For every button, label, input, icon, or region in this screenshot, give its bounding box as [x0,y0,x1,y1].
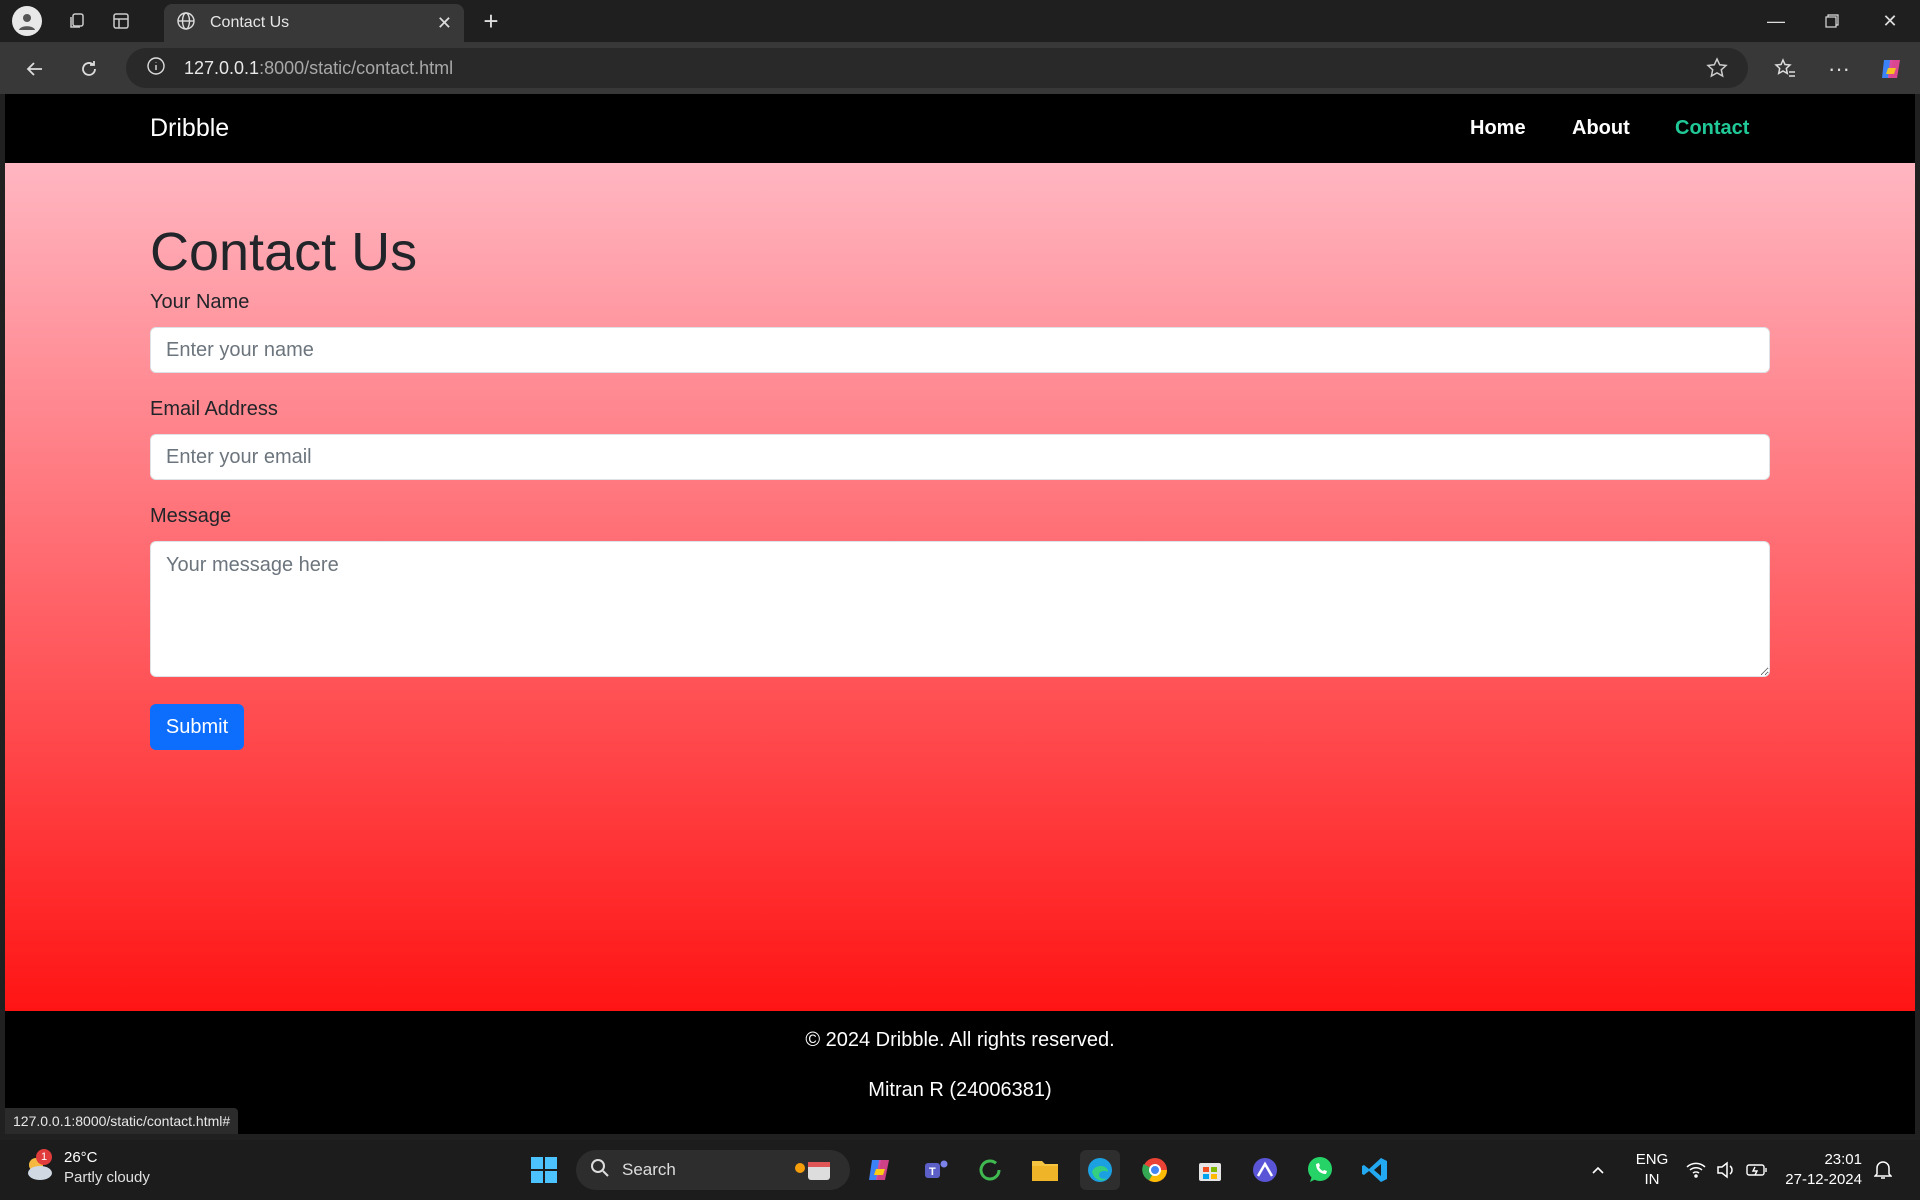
site-footer: © 2024 Dribble. All rights reserved. Mit… [5,1011,1915,1134]
new-tab-button[interactable]: + [476,6,506,36]
app-icon[interactable] [1245,1150,1285,1190]
page-title: Contact Us [150,222,418,282]
weather-desc: Partly cloudy [64,1169,150,1186]
back-icon[interactable] [18,52,52,86]
globe-icon [176,11,196,36]
minimize-icon[interactable]: — [1748,0,1804,42]
language-indicator[interactable]: ENG IN [1632,1150,1672,1190]
store-icon[interactable] [1190,1150,1230,1190]
copilot-taskbar-icon[interactable] [860,1150,900,1190]
contact-section: Contact Us Your Name Email Address Messa… [5,163,1915,1011]
footer-author: Mitran R (24006381) [868,1079,1052,1101]
system-clock[interactable]: 23:01 27-12-2024 [1782,1150,1862,1190]
favorites-icon[interactable] [1768,52,1802,86]
message-label: Message [150,505,232,527]
site-brand[interactable]: Dribble [150,114,229,143]
copilot-icon[interactable] [1874,52,1908,86]
calendar-highlight-icon [792,1158,836,1187]
restore-icon[interactable] [1804,0,1860,42]
submit-button[interactable]: Submit [150,704,244,750]
nav-link-home[interactable]: Home [1470,117,1526,140]
browser-tab-bar: Contact Us ✕ + — ✕ [0,0,1920,42]
nav-link-about[interactable]: About [1572,117,1630,140]
vscode-icon[interactable] [1355,1150,1395,1190]
weather-temp: 26°C [64,1149,98,1166]
volume-icon[interactable] [1716,1140,1736,1200]
url-path: :8000/static/contact.html [259,57,454,78]
language-region: IN [1644,1171,1660,1188]
page-viewport: Dribble Home About Contact Contact Us Yo… [5,94,1915,1134]
link-status-bar: 127.0.0.1:8000/static/contact.html# [5,1108,239,1134]
address-bar[interactable]: 127.0.0.1:8000/static/contact.html [126,48,1748,88]
email-input[interactable] [150,434,1770,480]
site-navbar: Dribble Home About Contact [5,94,1915,163]
active-tab[interactable]: Contact Us ✕ [164,4,464,42]
favorite-star-icon[interactable] [1706,57,1728,84]
whatsapp-icon[interactable] [1300,1150,1340,1190]
file-explorer-icon[interactable] [1025,1150,1065,1190]
url-host: 127.0.0.1 [184,57,260,78]
profile-icon[interactable] [12,6,42,36]
windows-start-icon[interactable] [524,1150,564,1190]
refresh-circle-icon[interactable] [970,1150,1010,1190]
search-label: Search [622,1160,676,1179]
battery-icon[interactable] [1746,1140,1768,1200]
refresh-icon[interactable] [72,52,106,86]
notification-bell-icon[interactable] [1874,1140,1892,1200]
taskbar-search[interactable]: Search [576,1150,850,1190]
weather-widget[interactable]: 1 26°C Partly cloudy [22,1148,150,1188]
weather-text: 26°C Partly cloudy [64,1148,150,1188]
more-menu-icon[interactable]: ··· [1822,52,1856,86]
site-info-icon[interactable] [146,56,166,81]
language-code: ENG [1635,1151,1669,1168]
edge-icon[interactable] [1080,1150,1120,1190]
tab-title: Contact Us [210,14,290,31]
weather-badge: 1 [36,1149,52,1165]
close-tab-icon[interactable]: ✕ [437,13,452,34]
teams-icon[interactable]: T [916,1150,956,1190]
footer-copyright: © 2024 Dribble. All rights reserved. [805,1029,1115,1051]
wifi-icon[interactable] [1686,1140,1706,1200]
name-input[interactable] [150,327,1770,373]
windows-taskbar: 1 26°C Partly cloudy Search T ENG IN 23:… [0,1140,1920,1200]
clock-time: 23:01 [1824,1151,1862,1168]
nav-link-contact[interactable]: Contact [1675,117,1749,140]
url-text: 127.0.0.1:8000/static/contact.html [184,58,453,79]
message-textarea[interactable] [150,541,1770,677]
svg-text:T: T [929,1166,936,1178]
chrome-icon[interactable] [1135,1150,1175,1190]
close-window-icon[interactable]: ✕ [1862,0,1918,42]
clock-date: 27-12-2024 [1785,1171,1862,1188]
email-label: Email Address [150,398,278,420]
vertical-tabs-icon[interactable] [106,6,136,36]
show-hidden-icons[interactable] [1590,1140,1606,1200]
browser-toolbar: 127.0.0.1:8000/static/contact.html ··· [0,42,1920,94]
workspaces-icon[interactable] [62,6,92,36]
name-label: Your Name [150,291,250,313]
search-icon [590,1158,610,1183]
partly-cloudy-icon: 1 [22,1149,56,1185]
